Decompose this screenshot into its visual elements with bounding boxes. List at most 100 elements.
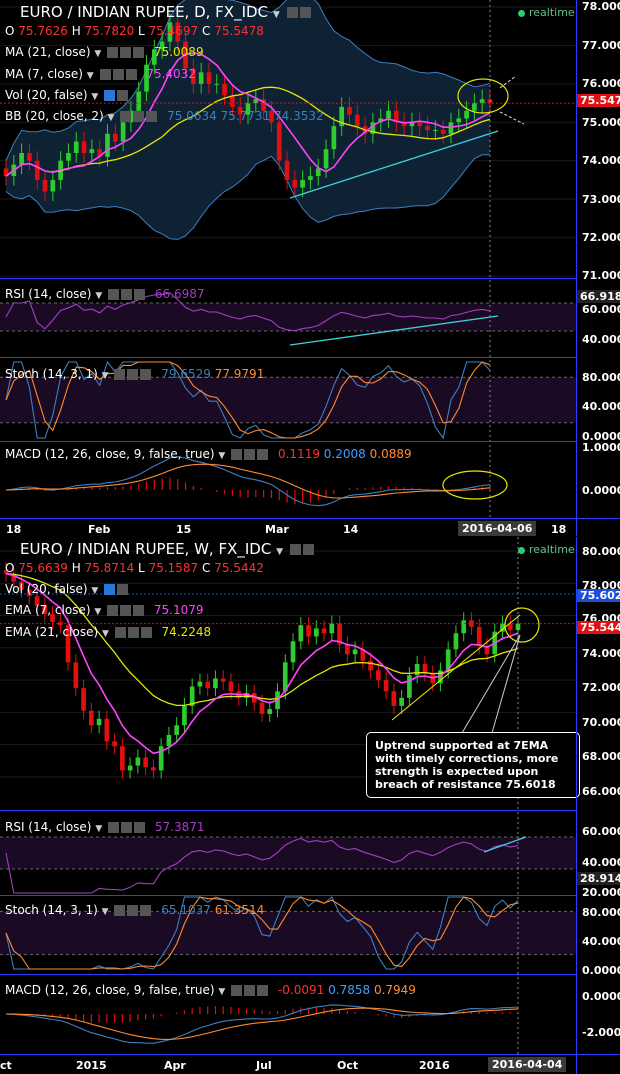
candle-body	[81, 688, 86, 711]
w-price-tick: 80.0000	[582, 545, 620, 558]
candle-body	[313, 628, 319, 637]
weekly-ema21-legend[interactable]: EMA (21, close) ▼ 74.2248	[5, 625, 211, 639]
chevron-down-icon[interactable]: ▼	[87, 71, 94, 81]
chevron-down-icon[interactable]: ▼	[102, 907, 109, 917]
d-stoch-tick: 40.0000	[582, 400, 620, 413]
candle-body	[399, 697, 404, 706]
d-macd-tick: 0.0000	[582, 484, 620, 497]
weekly-rsi-legend[interactable]: RSI (14, close) ▼ 57.3871	[5, 820, 205, 834]
candle-body	[345, 644, 350, 655]
chevron-down-icon[interactable]: ▼	[95, 291, 102, 301]
w-stoch-tick: 0.0000	[582, 964, 620, 977]
candle-body	[112, 133, 118, 142]
chevron-down-icon[interactable]: ▼	[102, 629, 109, 639]
w-x-tick: 2015	[76, 1059, 107, 1072]
candle-body	[136, 91, 142, 111]
chevron-down-icon[interactable]: ▼	[94, 49, 101, 59]
chevron-down-icon[interactable]: ▼	[218, 451, 225, 461]
daily-ohlc: O 75.7626 H 75.7820 L 75.4697 C 75.5478	[5, 24, 264, 38]
w-x-tick: Jul	[256, 1059, 272, 1072]
chevron-down-icon[interactable]: ▼	[91, 92, 98, 102]
candle-body	[276, 122, 282, 161]
w-price-tick: 66.0000	[582, 785, 620, 798]
daily-chart-title[interactable]: EURO / INDIAN RUPEE, D, FX_IDC ▼	[20, 3, 311, 21]
weekly-ohlc: O 75.6639 H 75.8714 L 75.1587 C 75.5442	[5, 561, 264, 575]
candle-body	[73, 141, 79, 154]
chevron-down-icon[interactable]: ▼	[276, 547, 283, 557]
candle-body	[267, 709, 273, 714]
close-icon[interactable]	[299, 7, 311, 18]
daily-macd-legend[interactable]: MACD (12, 26, close, 9, false, true) ▼ 0…	[5, 447, 412, 461]
w-rsi-tick: 20.0000	[582, 886, 620, 899]
w-x-tick: Apr	[164, 1059, 186, 1072]
d-price-tick: 74.0000	[582, 154, 620, 167]
weekly-last-price-tag: 75.5442	[577, 621, 620, 634]
settings-icon[interactable]	[286, 7, 298, 18]
daily-last-price-tag: 75.5478	[577, 94, 620, 107]
candle-body	[298, 625, 304, 642]
candle-body	[135, 757, 141, 766]
w-price-tick: 74.0000	[582, 647, 620, 660]
weekly-stoch-legend[interactable]: Stoch (14, 3, 1) ▼ 65.1037 61.3514	[5, 903, 264, 917]
candle-body	[259, 702, 265, 714]
candle-body	[89, 710, 94, 726]
d-x-tick: Mar	[265, 523, 289, 536]
d-x-tick: 18	[551, 523, 567, 536]
weekly-annotation: Uptrend supported at 7EMA with timely co…	[366, 732, 580, 798]
candle-body	[174, 725, 179, 735]
weekly-ema7-legend[interactable]: EMA (7, close) ▼ 75.1079	[5, 603, 204, 617]
chevron-down-icon[interactable]: ▼	[102, 371, 109, 381]
chevron-down-icon[interactable]: ▼	[95, 824, 102, 834]
candle-body	[205, 681, 211, 689]
daily-ma7-legend[interactable]: MA (7, close) ▼ 75.4032	[5, 67, 196, 81]
d-price-tick: 78.0000	[582, 0, 620, 13]
daily-ma21-legend[interactable]: MA (21, close) ▼ 75.0089	[5, 45, 204, 59]
candle-body	[66, 153, 71, 161]
daily-stoch-legend[interactable]: Stoch (14, 3, 1) ▼ 79.6529 77.9791	[5, 367, 264, 381]
candle-body	[42, 179, 48, 192]
weekly-realtime: realtime	[518, 543, 575, 556]
candle-body	[308, 176, 313, 180]
candle-body	[127, 765, 133, 771]
candle-body	[143, 757, 148, 768]
candle-body	[112, 741, 117, 747]
daily-bb-legend[interactable]: BB (20, close, 2) ▼ 75.0634 75.7731 74.3…	[5, 109, 324, 123]
d-x-tick: 15	[176, 523, 192, 536]
macd-highlight-ellipse	[442, 470, 508, 500]
candle-body	[166, 734, 172, 747]
chevron-down-icon[interactable]: ▼	[91, 586, 98, 596]
candle-body	[476, 626, 482, 647]
daily-rsi-legend[interactable]: RSI (14, close) ▼ 66.6987	[5, 287, 205, 301]
separator	[0, 278, 576, 279]
daily-vol-legend[interactable]: Vol (20, false) ▼	[5, 88, 129, 102]
candle-body	[515, 623, 521, 631]
weekly-vol-legend[interactable]: Vol (20, false) ▼	[5, 582, 129, 596]
candle-body	[331, 126, 337, 150]
chevron-down-icon[interactable]: ▼	[218, 987, 225, 997]
w-stoch-tick: 80.0000	[582, 906, 620, 919]
macd-line	[5, 456, 491, 507]
candle-body	[306, 625, 311, 637]
candle-body	[182, 705, 187, 726]
candle-body	[479, 99, 485, 104]
w-stoch-tick: 40.0000	[582, 935, 620, 948]
weekly-chart: EURO / INDIAN RUPEE, W, FX_IDC ▼ realtim…	[0, 537, 620, 1074]
annotation-pointer	[461, 634, 521, 734]
weekly-chart-title[interactable]: EURO / INDIAN RUPEE, W, FX_IDC ▼	[20, 540, 314, 558]
weekly-rsi-tag: 28.9146	[577, 872, 620, 885]
settings-icon[interactable]	[289, 544, 301, 555]
d-price-tick: 72.0000	[582, 231, 620, 244]
separator	[0, 974, 576, 975]
chevron-down-icon[interactable]: ▼	[273, 10, 280, 20]
candle-body	[34, 160, 40, 180]
d-price-tick: 71.0000	[582, 269, 620, 282]
chevron-down-icon[interactable]: ▼	[94, 607, 101, 617]
candle-body	[228, 681, 234, 692]
weekly-macd-legend[interactable]: MACD (12, 26, close, 9, false, true) ▼ -…	[5, 983, 416, 997]
close-icon[interactable]	[302, 544, 314, 555]
d-price-tick: 76.0000	[582, 77, 620, 90]
chevron-down-icon[interactable]: ▼	[108, 113, 115, 123]
candle-body	[464, 110, 469, 119]
candle-body	[120, 122, 126, 142]
candle-body	[354, 114, 360, 127]
